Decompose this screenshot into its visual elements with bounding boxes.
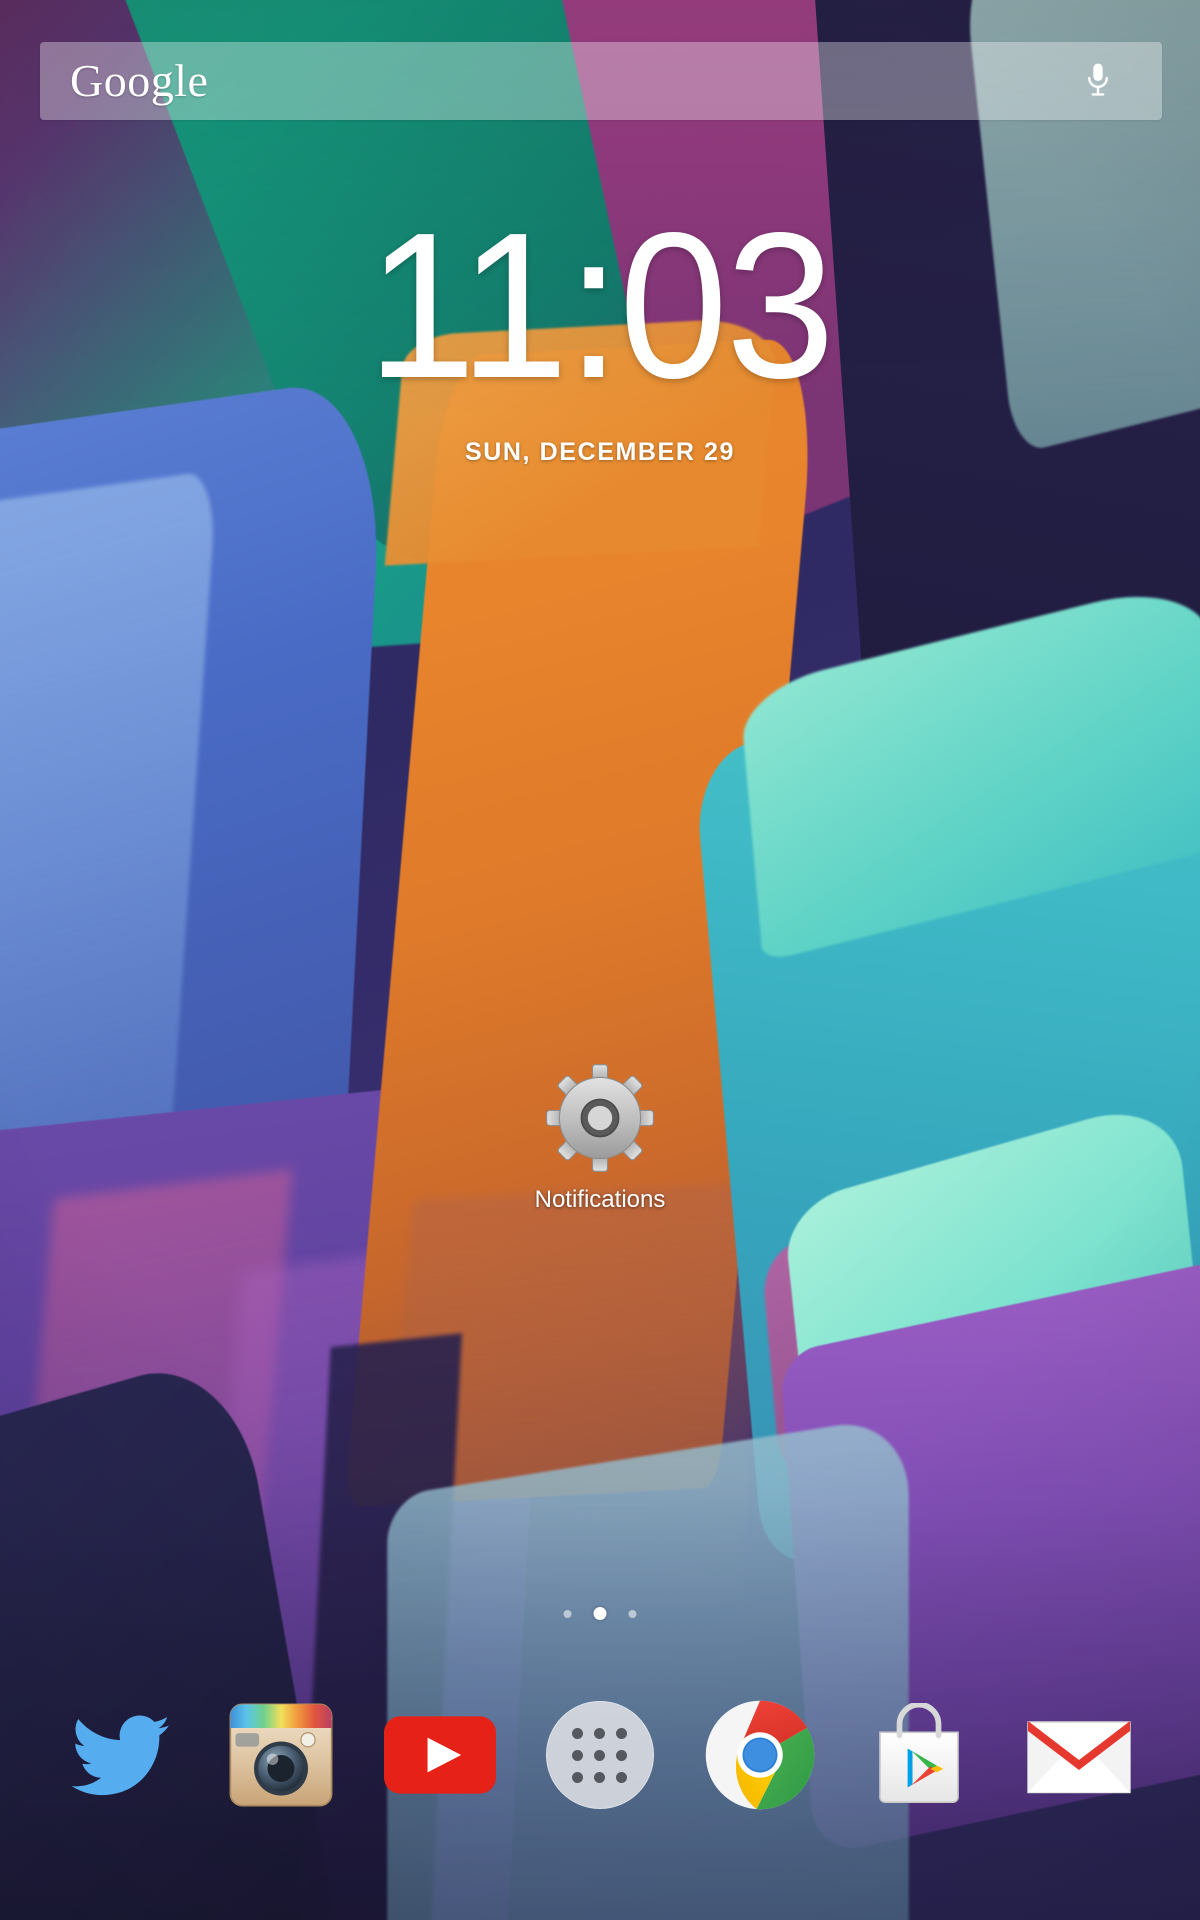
chrome-icon [705, 1700, 814, 1810]
dock-item-youtube[interactable] [381, 1696, 499, 1814]
notifications-widget-label: Notifications [534, 1186, 666, 1213]
dock [0, 1680, 1200, 1830]
gear-icon [546, 1064, 654, 1172]
dock-item-play-store[interactable] [860, 1696, 978, 1814]
google-logo: Google [70, 55, 209, 106]
wallpaper [0, 0, 1200, 1920]
page-dot-1[interactable] [563, 1609, 572, 1618]
home-screen: Google 11:03 SUN, DECEMBER 29 Notificati… [0, 0, 1200, 1920]
youtube-play-icon [384, 1716, 497, 1794]
page-dot-3[interactable] [628, 1609, 637, 1618]
twitter-bird-icon [71, 1715, 170, 1796]
dock-item-instagram[interactable] [222, 1696, 340, 1814]
page-dot-2-active[interactable] [593, 1607, 607, 1620]
microphone-icon[interactable] [1078, 55, 1118, 107]
dock-item-app-drawer[interactable] [541, 1696, 659, 1814]
dock-item-twitter[interactable] [62, 1696, 180, 1814]
google-search-bar[interactable]: Google [40, 42, 1162, 120]
notifications-widget[interactable]: Notifications [470, 1060, 730, 1214]
app-drawer-grid-icon [572, 1727, 628, 1783]
instagram-camera-icon [229, 1703, 333, 1807]
app-drawer-button[interactable] [545, 1701, 654, 1809]
dock-item-chrome[interactable] [701, 1696, 819, 1814]
dock-item-gmail[interactable] [1020, 1696, 1138, 1814]
page-indicator [563, 1607, 637, 1620]
play-store-bag-icon [879, 1703, 960, 1803]
gmail-envelope-icon [1027, 1721, 1131, 1794]
